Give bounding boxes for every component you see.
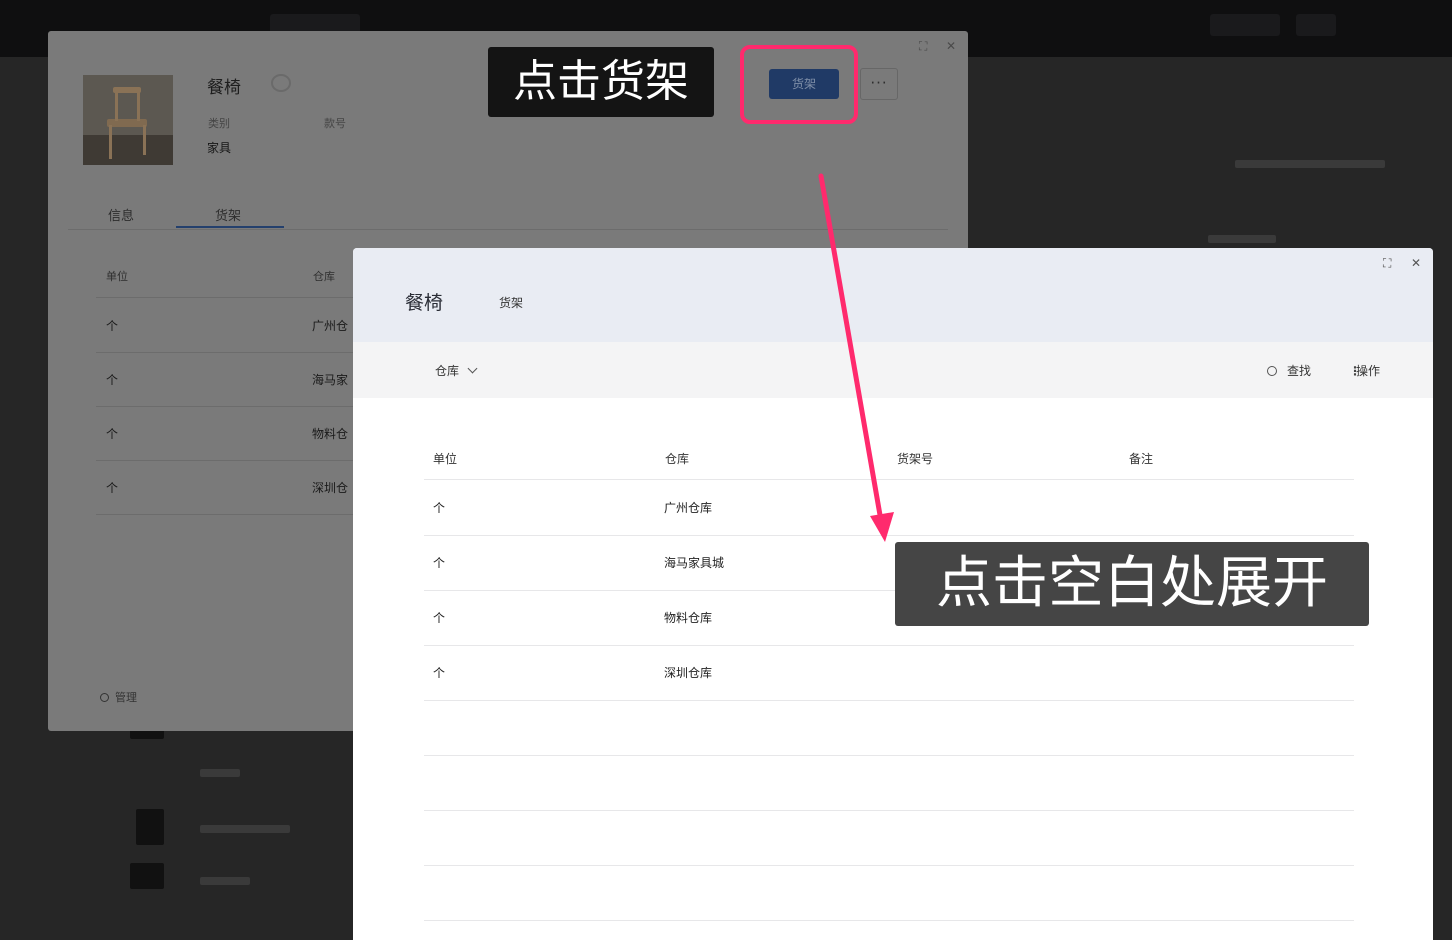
cell-warehouse: 物料仓库 xyxy=(664,611,713,625)
cell-unit: 个 xyxy=(106,319,119,333)
row-divider xyxy=(424,865,1354,866)
cell-warehouse: 物料仓 xyxy=(312,427,349,441)
comment-icon[interactable] xyxy=(271,74,291,92)
column-header-unit: 单位 xyxy=(433,452,458,466)
cell-warehouse: 深圳仓 xyxy=(312,481,349,495)
chevron-down-icon xyxy=(467,363,478,374)
row-divider xyxy=(424,535,1354,536)
maximize-icon[interactable]: ⛶ xyxy=(1383,256,1391,271)
cell-unit: 个 xyxy=(433,501,446,515)
search-icon xyxy=(100,693,109,702)
dialog-subtitle: 货架 xyxy=(499,296,524,310)
cell-warehouse: 深圳仓库 xyxy=(664,666,713,680)
cell-unit: 个 xyxy=(433,556,446,570)
operations-button[interactable]: ⋮操作 xyxy=(1349,362,1380,379)
product-image xyxy=(83,75,173,165)
product-name xyxy=(200,769,240,777)
tab-shelf[interactable]: 货架 xyxy=(215,205,241,224)
top-nav-item[interactable] xyxy=(1296,14,1336,36)
column-header-unit: 单位 xyxy=(106,270,128,283)
cell-unit: 个 xyxy=(433,611,446,625)
close-icon[interactable]: ✕ xyxy=(1411,256,1421,270)
cell-unit: 个 xyxy=(433,666,446,680)
cell-unit: 个 xyxy=(106,427,119,441)
row-divider xyxy=(424,810,1354,811)
cell-unit: 个 xyxy=(106,481,119,495)
column-header-shelf-number: 货架号 xyxy=(897,452,934,466)
dialog-header: 餐椅 货架 ⛶ ✕ xyxy=(353,248,1433,342)
cell-warehouse: 广州仓 xyxy=(312,319,349,333)
cell-warehouse: 海马家具城 xyxy=(664,556,725,570)
search-label: 查找 xyxy=(1287,364,1312,378)
active-tab-indicator xyxy=(176,226,284,228)
close-icon[interactable]: ✕ xyxy=(946,39,956,53)
sort-text xyxy=(1208,235,1276,243)
row-divider xyxy=(424,479,1354,480)
warehouse-filter-dropdown[interactable]: 仓库 xyxy=(435,362,478,379)
top-nav-item[interactable] xyxy=(1210,14,1280,36)
search-button[interactable]: 查找 xyxy=(1267,362,1311,379)
cell-warehouse: 广州仓库 xyxy=(664,501,713,515)
column-header-warehouse: 仓库 xyxy=(313,270,335,283)
category-value: 家具 xyxy=(207,141,232,155)
annotation-step2: 点击空白处展开 xyxy=(895,542,1369,626)
manage-label: 管理 xyxy=(115,691,137,704)
row-divider xyxy=(424,755,1354,756)
search-icon xyxy=(1267,366,1277,376)
maximize-icon[interactable]: ⛶ xyxy=(919,39,927,54)
more-button[interactable]: ··· xyxy=(860,68,898,100)
product-name xyxy=(200,877,250,885)
tab-info[interactable]: 信息 xyxy=(108,205,134,224)
manage-link[interactable]: 管理 xyxy=(100,689,137,705)
product-thumbnail xyxy=(130,863,164,889)
operations-label: 操作 xyxy=(1356,364,1381,378)
dialog-title: 餐椅 xyxy=(405,292,444,314)
product-thumbnail xyxy=(136,809,164,845)
dialog-toolbar: 仓库 查找 ⋮操作 xyxy=(353,342,1433,398)
vertical-dots-icon: ⋮ xyxy=(1349,364,1361,378)
product-name xyxy=(200,825,290,833)
cell-unit: 个 xyxy=(106,373,119,387)
tab-divider xyxy=(68,229,948,230)
row-divider xyxy=(424,700,1354,701)
filter-text xyxy=(1235,160,1385,168)
category-label: 类别 xyxy=(208,117,230,130)
highlight-box xyxy=(740,45,858,124)
filter-label: 仓库 xyxy=(435,364,460,378)
annotation-step1: 点击货架 xyxy=(488,47,714,117)
column-header-remark: 备注 xyxy=(1129,452,1154,466)
cell-warehouse: 海马家 xyxy=(312,373,349,387)
row-divider xyxy=(424,920,1354,921)
style-number-label: 款号 xyxy=(324,117,346,130)
row-divider xyxy=(424,645,1354,646)
product-title: 餐椅 xyxy=(207,78,241,98)
column-header-warehouse: 仓库 xyxy=(665,452,690,466)
